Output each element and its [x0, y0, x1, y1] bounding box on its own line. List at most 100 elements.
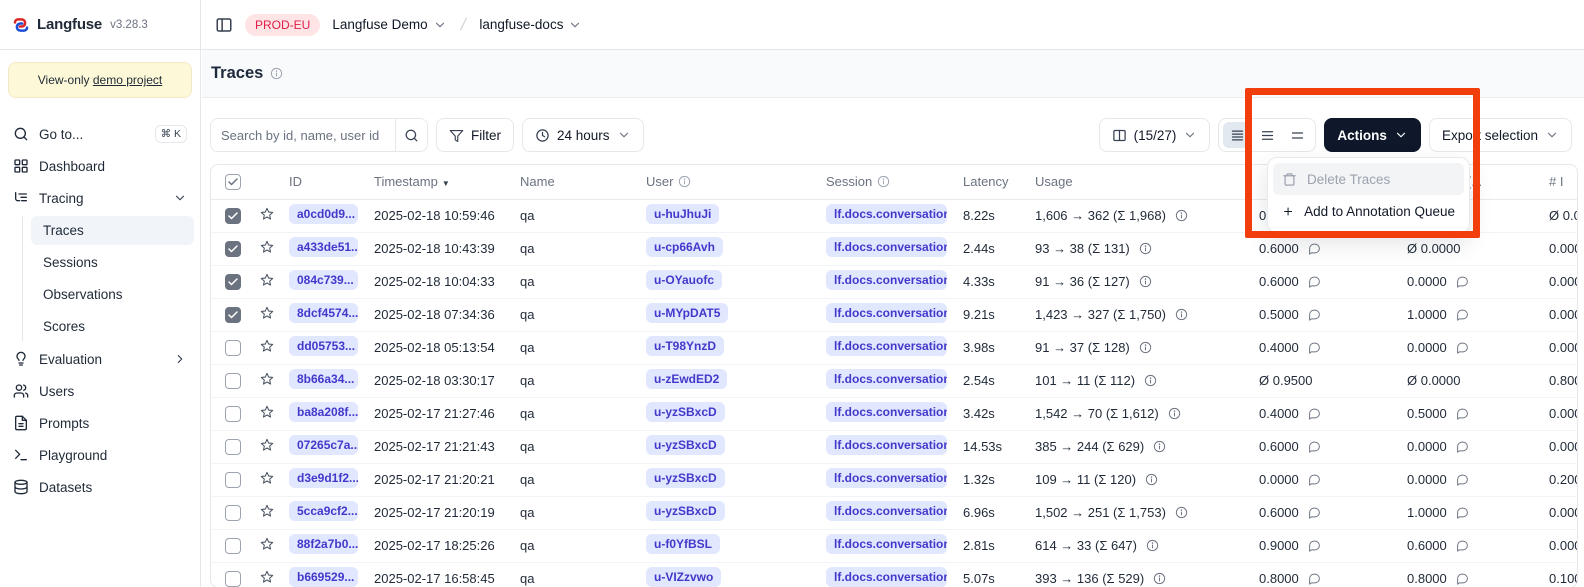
search-input[interactable]: [211, 119, 395, 151]
sidebar-item-datasets[interactable]: Datasets: [6, 473, 194, 501]
bookmark-star-icon[interactable]: [259, 437, 275, 453]
time-range-button[interactable]: 24 hours: [522, 118, 644, 152]
session-id-badge[interactable]: lf.docs.conversation...: [826, 402, 947, 422]
row-checkbox[interactable]: [225, 505, 241, 521]
session-id-badge[interactable]: lf.docs.conversation...: [826, 567, 947, 587]
trace-id-badge[interactable]: a0cd0d9...: [289, 204, 358, 224]
demo-project-link[interactable]: demo project: [93, 73, 162, 87]
table-row[interactable]: 084c739...2025-02-18 10:04:33qau-OYauofc…: [211, 265, 1578, 298]
user-id-badge[interactable]: u-f0YfBSL: [646, 534, 720, 554]
session-id-badge[interactable]: lf.docs.conversation...: [826, 468, 947, 488]
session-id-badge[interactable]: lf.docs.conversation...: [826, 336, 947, 356]
sidebar-item-users[interactable]: Users: [6, 377, 194, 405]
trace-id-badge[interactable]: 084c739...: [289, 270, 358, 290]
sidebar-item-dashboard[interactable]: Dashboard: [6, 152, 194, 180]
trace-id-badge[interactable]: a433de51...: [289, 237, 358, 257]
table-row[interactable]: 07265c7a...2025-02-17 21:21:43qau-yzSBxc…: [211, 430, 1578, 463]
actions-button[interactable]: Actions: [1324, 118, 1421, 152]
session-id-badge[interactable]: lf.docs.conversation...: [826, 534, 947, 554]
trace-id-badge[interactable]: d3e9d1f2...: [289, 468, 358, 488]
bookmark-star-icon[interactable]: [259, 338, 275, 354]
bookmark-star-icon[interactable]: [259, 470, 275, 486]
user-id-badge[interactable]: u-huJhuJi: [646, 204, 719, 224]
filter-button[interactable]: Filter: [436, 118, 514, 152]
column-visibility-button[interactable]: (15/27): [1099, 118, 1211, 152]
column-header-score-c[interactable]: # I: [1541, 165, 1578, 199]
trace-id-badge[interactable]: 07265c7a...: [289, 435, 358, 455]
sidebar-item-sessions[interactable]: Sessions: [31, 248, 194, 277]
session-id-badge[interactable]: lf.docs.conversation...: [826, 270, 947, 290]
bookmark-star-icon[interactable]: [259, 305, 275, 321]
sidebar-item-prompts[interactable]: Prompts: [6, 409, 194, 437]
bookmark-star-icon[interactable]: [259, 536, 275, 552]
session-id-badge[interactable]: lf.docs.conversation...: [826, 369, 947, 389]
column-header-session[interactable]: Session: [818, 165, 955, 199]
bookmark-star-icon[interactable]: [259, 371, 275, 387]
row-checkbox[interactable]: [225, 472, 241, 488]
sidebar-item-scores[interactable]: Scores: [31, 312, 194, 341]
row-checkbox[interactable]: [225, 373, 241, 389]
user-id-badge[interactable]: u-T98YnzD: [646, 336, 724, 356]
row-checkbox[interactable]: [225, 340, 241, 356]
project-switcher[interactable]: langfuse-docs: [479, 17, 582, 32]
row-height-tall-button[interactable]: [1283, 122, 1311, 148]
user-id-badge[interactable]: u-yzSBxcD: [646, 501, 725, 521]
session-id-badge[interactable]: lf.docs.conversation...: [826, 204, 947, 224]
row-checkbox[interactable]: [225, 406, 241, 422]
row-checkbox[interactable]: [225, 571, 241, 587]
table-row[interactable]: d3e9d1f2...2025-02-17 21:20:21qau-yzSBxc…: [211, 463, 1578, 496]
trace-id-badge[interactable]: b669529...: [289, 567, 358, 587]
column-header-latency[interactable]: Latency: [955, 165, 1027, 199]
row-checkbox[interactable]: [225, 307, 241, 323]
row-height-medium-button[interactable]: [1253, 122, 1281, 148]
trace-id-badge[interactable]: 5cca9cf2...: [289, 501, 358, 521]
org-switcher[interactable]: Langfuse Demo: [332, 17, 446, 32]
session-id-badge[interactable]: lf.docs.conversation...: [826, 303, 947, 323]
table-row[interactable]: dd05753...2025-02-18 05:13:54qau-T98YnzD…: [211, 331, 1578, 364]
trace-id-badge[interactable]: dd05753...: [289, 336, 358, 356]
session-id-badge[interactable]: lf.docs.conversation...: [826, 501, 947, 521]
sidebar-item-tracing[interactable]: Tracing: [6, 184, 194, 212]
trace-id-badge[interactable]: 88f2a7b0...: [289, 534, 358, 554]
table-row[interactable]: 5cca9cf2...2025-02-17 21:20:19qau-yzSBxc…: [211, 496, 1578, 529]
table-row[interactable]: b669529...2025-02-17 16:58:45qau-VIZzvwo…: [211, 562, 1578, 587]
column-header-user[interactable]: User: [638, 165, 818, 199]
user-id-badge[interactable]: u-cp66Avh: [646, 237, 723, 257]
sidebar-item-evaluation[interactable]: Evaluation: [6, 345, 194, 373]
row-checkbox[interactable]: [225, 208, 241, 224]
row-checkbox[interactable]: [225, 538, 241, 554]
column-header-name[interactable]: Name: [512, 165, 638, 199]
row-height-compact-button[interactable]: [1223, 122, 1251, 148]
bookmark-star-icon[interactable]: [259, 239, 275, 255]
user-id-badge[interactable]: u-yzSBxcD: [646, 435, 725, 455]
row-checkbox[interactable]: [225, 241, 241, 257]
session-id-badge[interactable]: lf.docs.conversation...: [826, 237, 947, 257]
sidebar-item-traces[interactable]: Traces: [31, 216, 194, 245]
sidebar-item-observations[interactable]: Observations: [31, 280, 194, 309]
table-row[interactable]: ba8a208f...2025-02-17 21:27:46qau-yzSBxc…: [211, 397, 1578, 430]
bookmark-star-icon[interactable]: [259, 569, 275, 585]
column-header-id[interactable]: ID: [281, 165, 366, 199]
column-header-timestamp[interactable]: Timestamp▼: [366, 165, 512, 199]
row-checkbox[interactable]: [225, 439, 241, 455]
trace-id-badge[interactable]: 8dcf4574...: [289, 303, 358, 323]
trace-id-badge[interactable]: 8b66a34...: [289, 369, 358, 389]
select-all-checkbox[interactable]: [225, 174, 241, 190]
user-id-badge[interactable]: u-OYauofc: [646, 270, 722, 290]
user-id-badge[interactable]: u-MYpDAT5: [646, 303, 728, 323]
user-id-badge[interactable]: u-yzSBxcD: [646, 468, 725, 488]
bookmark-star-icon[interactable]: [259, 404, 275, 420]
user-id-badge[interactable]: u-yzSBxcD: [646, 402, 725, 422]
trace-id-badge[interactable]: ba8a208f...: [289, 402, 358, 422]
session-id-badge[interactable]: lf.docs.conversation...: [826, 435, 947, 455]
sidebar-item-playground[interactable]: Playground: [6, 441, 194, 469]
search-submit-button[interactable]: [395, 119, 427, 151]
panel-left-icon[interactable]: [215, 16, 233, 34]
table-row[interactable]: 8dcf4574...2025-02-18 07:34:36qau-MYpDAT…: [211, 298, 1578, 331]
row-checkbox[interactable]: [225, 274, 241, 290]
user-id-badge[interactable]: u-VIZzvwo: [646, 567, 721, 587]
user-id-badge[interactable]: u-zEwdED2: [646, 369, 727, 389]
bookmark-star-icon[interactable]: [259, 503, 275, 519]
export-selection-button[interactable]: Export selection: [1429, 118, 1572, 152]
table-row[interactable]: 8b66a34...2025-02-18 03:30:17qau-zEwdED2…: [211, 364, 1578, 397]
